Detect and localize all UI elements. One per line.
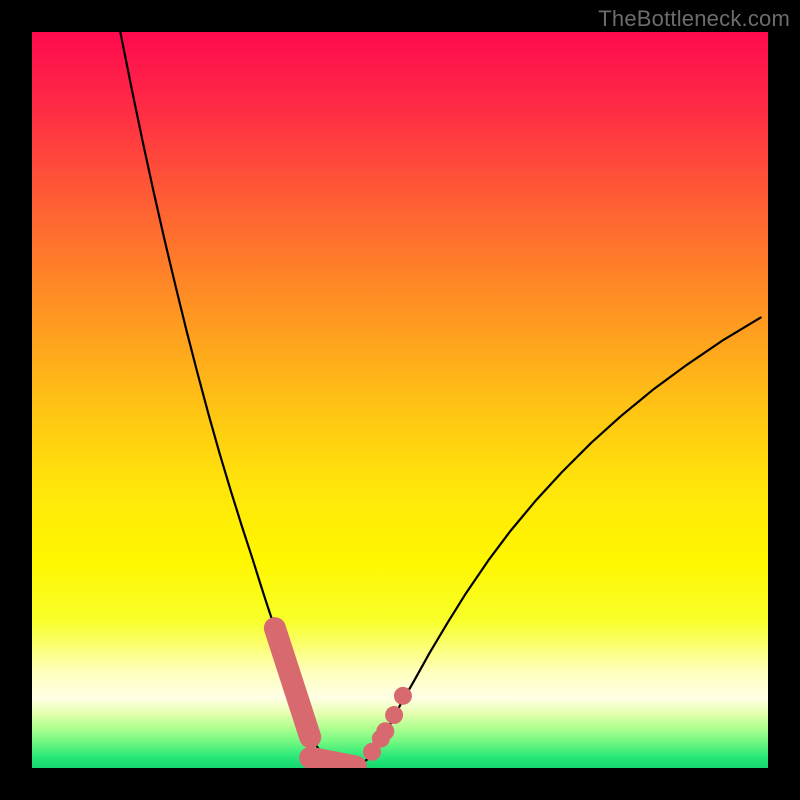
marker-dot	[385, 706, 403, 724]
outer-frame: TheBottleneck.com	[0, 0, 800, 800]
chart-svg	[32, 32, 768, 768]
marker-dot	[394, 687, 412, 705]
plot-area	[32, 32, 768, 768]
marker-dot	[376, 722, 394, 740]
watermark-text: TheBottleneck.com	[598, 6, 790, 32]
marker-cap	[310, 758, 356, 767]
